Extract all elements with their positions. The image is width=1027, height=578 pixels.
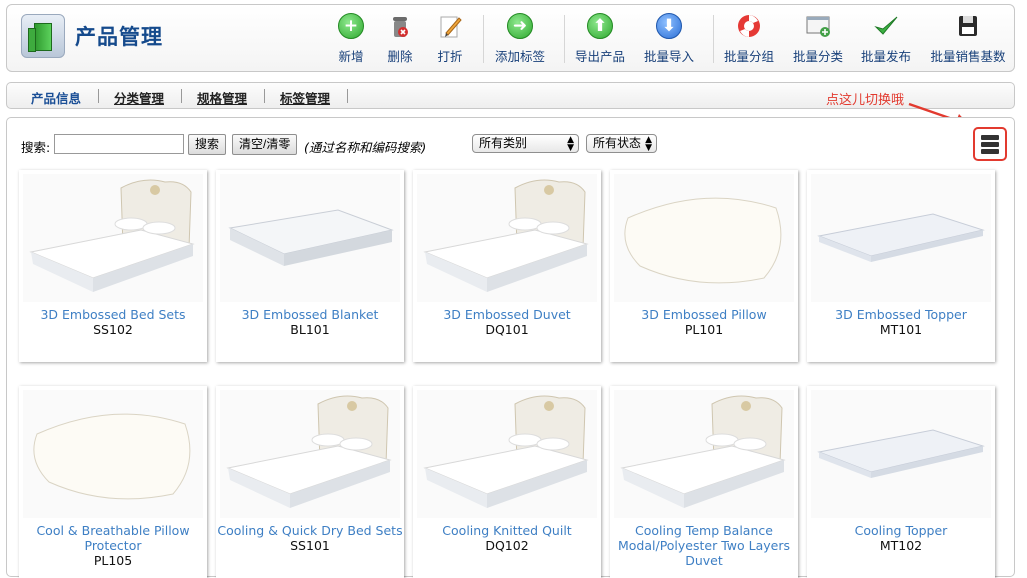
add-tag-button[interactable]: ➜ 添加标签 [493,13,547,69]
product-name-link[interactable]: 3D Embossed Duvet DQ101 [413,307,601,337]
clear-button[interactable]: 清空/清零 [232,134,298,155]
product-image[interactable] [23,390,203,518]
product-name-link[interactable]: 3D Embossed Bed Sets SS102 [19,307,207,337]
delete-button[interactable]: 删除 [382,13,418,69]
tab-divider [98,89,99,103]
tab-divider [181,89,182,103]
product-name: Cooling Topper [854,523,948,538]
product-card[interactable]: 3D Embossed Bed Sets SS102 [19,170,207,362]
lifebuoy-icon [736,13,762,39]
bulk-publish-button[interactable]: 批量发布 [859,13,913,69]
product-card[interactable]: Cooling & Quick Dry Bed Sets SS101 [216,386,404,578]
product-card[interactable]: 3D Embossed Pillow PL101 [610,170,798,362]
product-card[interactable]: Cooling Knitted Quilt DQ102 [413,386,601,578]
product-logo-icon [21,14,65,58]
product-code: BL101 [290,322,330,337]
toolbar-divider [564,15,565,63]
category-select[interactable]: 所有类别 ▲ ▼ [472,134,579,153]
category-select-value: 所有类别 [479,136,528,150]
search-input[interactable] [54,134,184,154]
search-button[interactable]: 搜索 [188,134,227,155]
tab-category-management[interactable]: 分类管理 [114,88,164,107]
product-image[interactable] [23,174,203,302]
product-card[interactable]: 3D Embossed Topper MT101 [807,170,995,362]
arrow-right-icon: ➜ [507,13,533,39]
product-image[interactable] [811,390,991,518]
product-name: 3D Embossed Bed Sets [40,307,186,322]
product-name: 3D Embossed Blanket [241,307,379,322]
tab-spec-management[interactable]: 规格管理 [197,88,247,107]
view-toggle-button[interactable] [973,127,1007,161]
product-name: 3D Embossed Pillow [641,307,767,322]
product-code: DQ101 [485,322,529,337]
product-name-link[interactable]: Cooling Topper MT102 [807,523,995,553]
product-name-link[interactable]: Cooling & Quick Dry Bed Sets SS101 [216,523,404,553]
product-name: Cooling Temp Balance Modal/Polyester Two… [617,523,790,568]
toolbar-divider [713,15,714,63]
add-button[interactable]: + 新增 [333,13,369,69]
product-code: DQ102 [485,538,529,553]
page-title: 产品管理 [75,25,163,49]
product-image[interactable] [220,390,400,518]
product-card[interactable]: Cooling Topper MT102 [807,386,995,578]
product-name: Cool & Breathable Pillow Protector [36,523,190,553]
product-name: 3D Embossed Duvet [443,307,571,322]
product-card[interactable]: Cool & Breathable Pillow Protector PL105 [19,386,207,578]
search-note: (通过名称和编码搜索) [304,140,427,155]
product-code: MT101 [879,322,923,337]
product-code: PL101 [684,322,724,337]
add-icon: + [338,13,364,39]
status-select[interactable]: 所有状态 ▲ ▼ [586,134,657,153]
toolbar-divider [483,15,484,63]
pencil-icon [437,13,463,39]
floppy-disk-icon [955,13,981,39]
arrow-up-icon: ⬆ [587,13,613,39]
select-caret-icon: ▲ ▼ [645,135,652,153]
product-name-link[interactable]: 3D Embossed Pillow PL101 [610,307,798,337]
search-label: 搜索: [21,140,51,155]
list-view-icon [981,135,999,156]
bulk-import-button[interactable]: ⬇ 批量导入 [642,13,696,69]
arrow-down-icon: ⬇ [656,13,682,39]
product-name-link[interactable]: Cool & Breathable Pillow Protector PL105 [19,523,207,568]
product-code: SS101 [290,538,330,553]
tab-tag-management[interactable]: 标签管理 [280,88,330,107]
trash-icon [387,13,413,39]
toolbar-panel: 产品管理 + 新增 删除 打折 ➜ 添加标签 ⬆ 导出产品 ⬇ 批量导入 批量分… [6,4,1015,72]
bulk-group-button[interactable]: 批量分组 [722,13,776,69]
product-name: Cooling & Quick Dry Bed Sets [217,523,403,538]
product-image[interactable] [220,174,400,302]
product-name: Cooling Knitted Quilt [442,523,572,538]
product-image[interactable] [614,390,794,518]
product-name: 3D Embossed Topper [835,307,967,322]
product-list-panel: 搜索: 搜索 清空/清零 (通过名称和编码搜索) 所有类别 ▲ ▼ 所有状态 ▲ ▼… [6,117,1015,578]
product-card[interactable]: 3D Embossed Duvet DQ101 [413,170,601,362]
product-code: SS102 [93,322,133,337]
product-image[interactable] [811,174,991,302]
tab-divider [347,89,348,103]
window-add-icon [805,13,831,39]
product-code: MT102 [879,538,923,553]
checkmark-icon [873,13,899,39]
product-name-link[interactable]: Cooling Knitted Quilt DQ102 [413,523,601,553]
bulk-sales-base-button[interactable]: 批量销售基数 [927,13,1009,69]
product-image[interactable] [417,174,597,302]
discount-button[interactable]: 打折 [432,13,468,69]
select-caret-icon: ▲ ▼ [567,135,574,153]
product-code: PL105 [93,553,133,568]
view-toggle-hint: 点这儿切换哦 [826,93,905,108]
status-select-value: 所有状态 [593,136,642,150]
product-image[interactable] [614,174,794,302]
product-name-link[interactable]: 3D Embossed Blanket BL101 [216,307,404,337]
bulk-category-button[interactable]: 批量分类 [791,13,845,69]
product-image[interactable] [417,390,597,518]
tab-divider [264,89,265,103]
product-name-link[interactable]: 3D Embossed Topper MT101 [807,307,995,337]
export-products-button[interactable]: ⬆ 导出产品 [573,13,627,69]
product-name-link[interactable]: Cooling Temp Balance Modal/Polyester Two… [610,523,798,568]
tab-product-info[interactable]: 产品信息 [31,88,81,107]
product-card[interactable]: 3D Embossed Blanket BL101 [216,170,404,362]
product-card[interactable]: Cooling Temp Balance Modal/Polyester Two… [610,386,798,578]
